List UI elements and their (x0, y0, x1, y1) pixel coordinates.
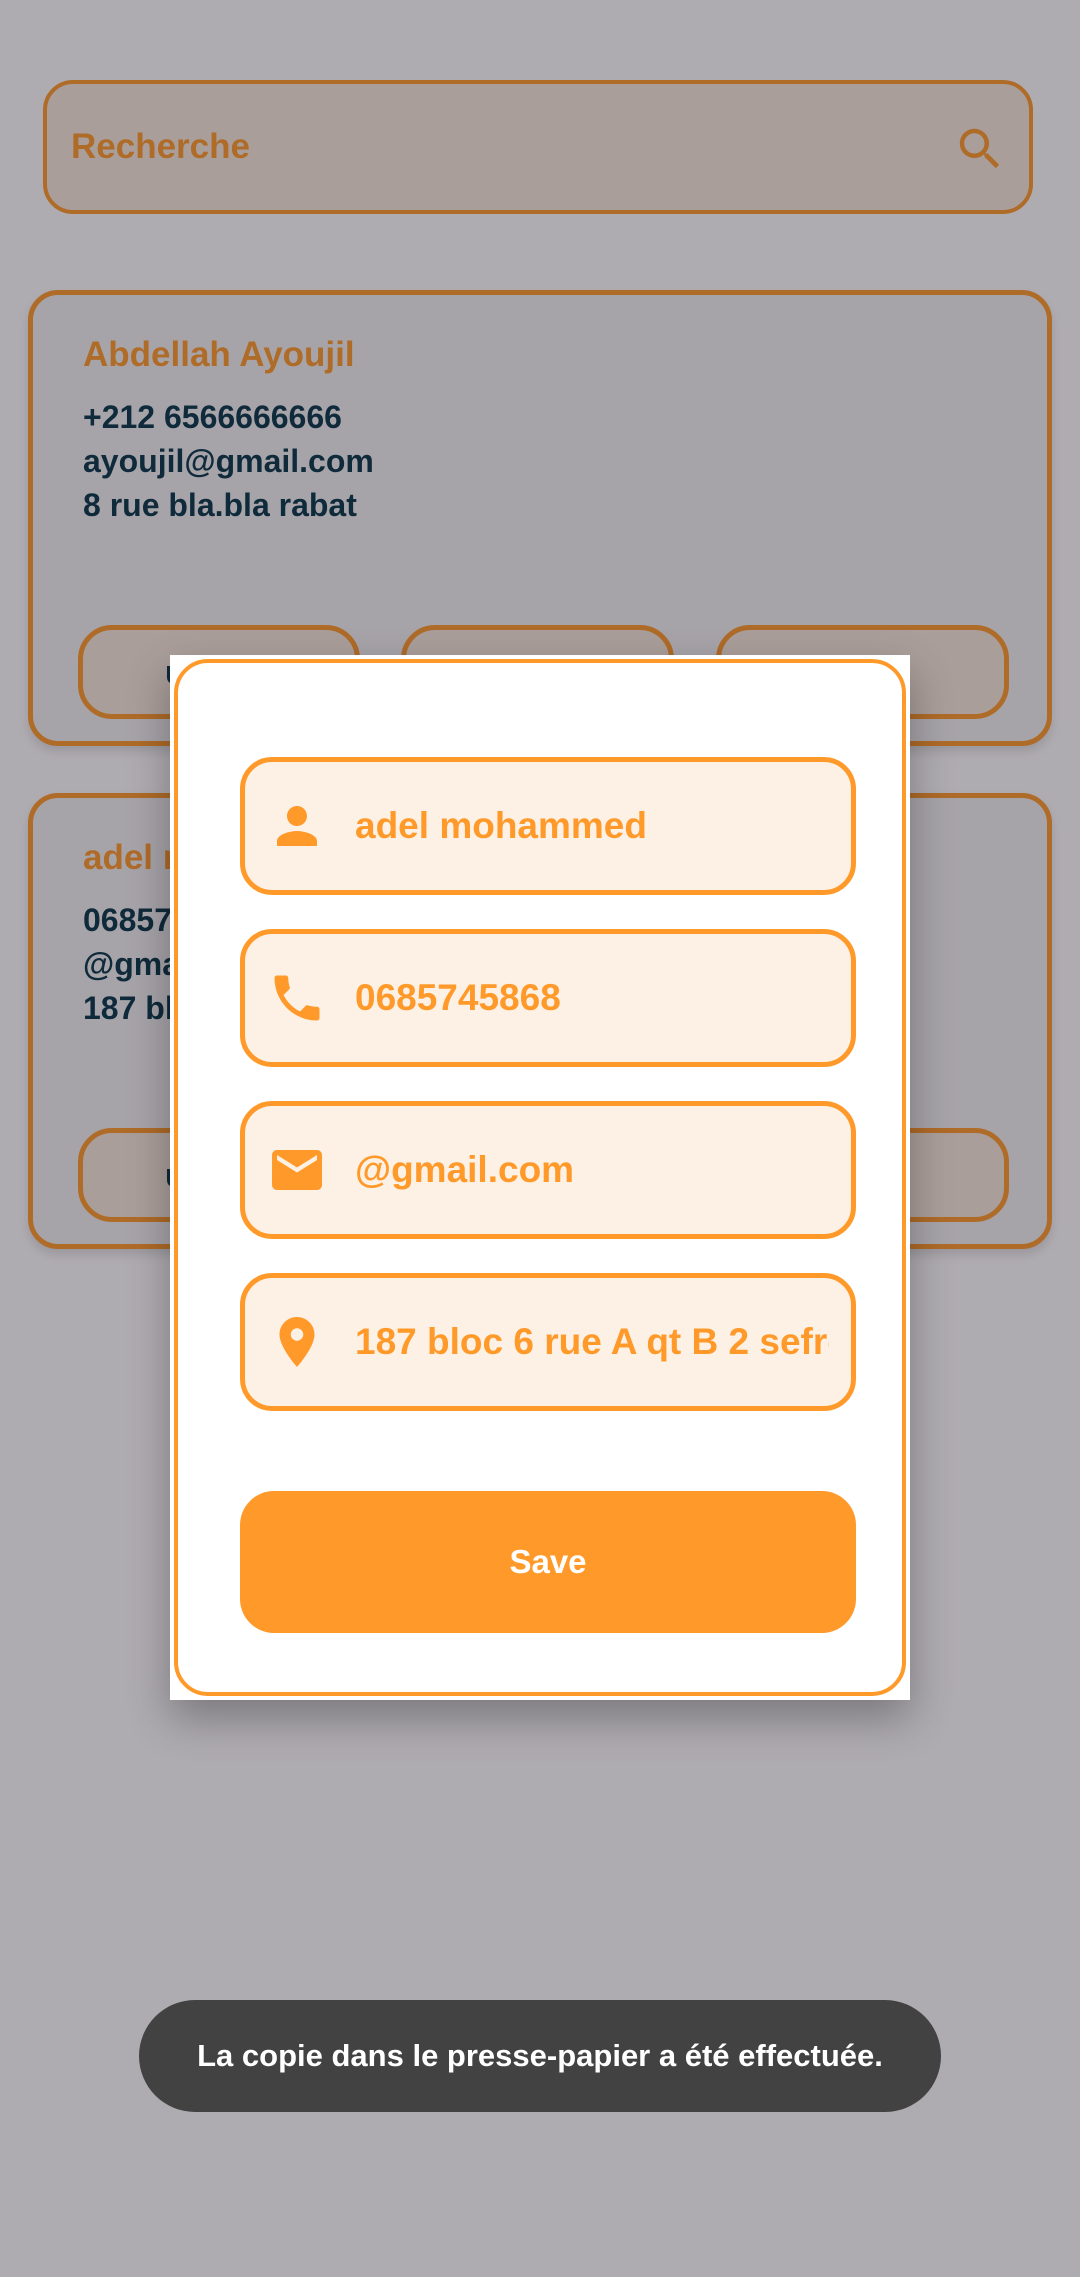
name-value: adel mohammed (355, 805, 647, 846)
name-field[interactable]: adel mohammed (240, 757, 856, 895)
address-value: 187 bloc 6 rue A qt B 2 sefrou (355, 1321, 829, 1362)
dialog-panel: adel mohammed 0685745868 @gmail.com 187 … (174, 659, 906, 1696)
email-field[interactable]: @gmail.com (240, 1101, 856, 1239)
person-icon (267, 796, 327, 856)
phone-icon (267, 968, 327, 1028)
address-field[interactable]: 187 bloc 6 rue A qt B 2 sefrou (240, 1273, 856, 1411)
screen: Recherche Abdellah Ayoujil +212 65666666… (0, 0, 1080, 2277)
toast-message: La copie dans le presse-papier a été eff… (139, 2000, 941, 2112)
mail-icon (267, 1140, 327, 1200)
phone-value: 0685745868 (355, 977, 561, 1018)
save-button[interactable]: Save (240, 1491, 856, 1633)
edit-contact-dialog: adel mohammed 0685745868 @gmail.com 187 … (170, 655, 910, 1700)
location-pin-icon (267, 1312, 327, 1372)
email-value: @gmail.com (355, 1149, 575, 1190)
phone-field[interactable]: 0685745868 (240, 929, 856, 1067)
